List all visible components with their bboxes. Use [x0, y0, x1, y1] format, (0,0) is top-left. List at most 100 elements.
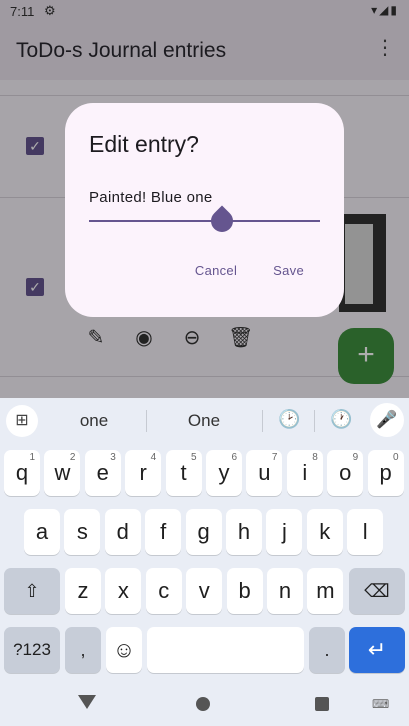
- symbols-key[interactable]: ?123: [4, 627, 60, 673]
- dialog-actions: Cancel Save: [195, 263, 304, 278]
- key-p-hint: 0: [393, 452, 399, 463]
- recents-square-icon[interactable]: [315, 697, 329, 711]
- key-p[interactable]: p0: [367, 450, 404, 496]
- key-a-label: a: [35, 519, 49, 544]
- key-o-label: o: [339, 460, 352, 485]
- home-circle-icon[interactable]: [196, 697, 210, 711]
- key-c-label: c: [158, 578, 170, 603]
- key-n-label: n: [278, 578, 292, 603]
- key-h[interactable]: h: [226, 509, 262, 555]
- key-k-label: k: [319, 519, 331, 544]
- key-t-hint: 5: [191, 452, 197, 463]
- key-d-label: d: [116, 519, 129, 544]
- key-q-label: q: [15, 460, 29, 485]
- key-o-hint: 9: [352, 452, 359, 463]
- backspace-key-icon-label: ⌫: [364, 581, 390, 601]
- key-i-hint: 8: [312, 452, 318, 463]
- key-m-label: m: [316, 578, 335, 603]
- key-g[interactable]: g: [185, 509, 222, 555]
- key-u-label: u: [258, 460, 271, 485]
- text-cursor-handle[interactable]: [206, 205, 238, 237]
- key-h-label: h: [237, 519, 251, 544]
- emoji-suggestion-clock-alt-icon[interactable]: 🕐: [330, 409, 352, 430]
- edit-entry-dialog: Edit entry? Painted! Blue one Cancel Sav…: [65, 103, 344, 317]
- key-g-label: g: [197, 519, 210, 544]
- key-p-label: p: [379, 460, 392, 485]
- key-y[interactable]: y6: [206, 450, 242, 496]
- key-u[interactable]: u7: [246, 450, 283, 496]
- field-underline: [89, 220, 320, 222]
- period-key[interactable]: .: [309, 627, 345, 673]
- key-u-hint: 7: [271, 452, 278, 463]
- key-i-label: i: [302, 460, 308, 485]
- key-b[interactable]: b: [226, 568, 263, 614]
- key-t-label: t: [180, 460, 187, 485]
- key-j[interactable]: j: [266, 509, 303, 555]
- key-v[interactable]: v: [186, 568, 223, 614]
- enter-key-icon[interactable]: ↵: [349, 627, 405, 673]
- emoji-suggestion-clock-icon[interactable]: 🕑: [278, 409, 300, 430]
- voice-input-mic-icon[interactable]: 🎤: [370, 403, 404, 437]
- key-f[interactable]: f: [145, 509, 182, 555]
- key-x[interactable]: x: [105, 568, 142, 614]
- key-z-label: z: [77, 578, 89, 603]
- key-r-label: r: [139, 460, 147, 485]
- key-w-hint: 2: [69, 452, 76, 463]
- key-j-label: j: [281, 519, 287, 544]
- key-r[interactable]: r4: [125, 450, 162, 496]
- symbols-key-label: ?123: [13, 640, 51, 659]
- shift-key-icon-label: ⇧: [24, 581, 40, 601]
- comma-key[interactable]: ,: [65, 627, 101, 673]
- cancel-button[interactable]: Cancel: [195, 263, 237, 278]
- suggestion-2[interactable]: One: [180, 411, 228, 431]
- key-r-hint: 4: [150, 452, 157, 463]
- keyboard-menu-grid-icon[interactable]: ⊞: [6, 405, 38, 437]
- key-x-label: x: [117, 578, 129, 603]
- shift-key-icon[interactable]: ⇧: [4, 568, 60, 614]
- emoji-key-icon-label: ☺: [112, 637, 136, 662]
- period-key-label: .: [324, 640, 330, 660]
- suggestion-strip: ⊞ one One 🕑 🕐 🎤: [0, 398, 409, 444]
- key-d[interactable]: d: [104, 509, 141, 555]
- backspace-key-icon[interactable]: ⌫: [349, 568, 405, 614]
- key-q[interactable]: q1: [4, 450, 40, 496]
- key-a[interactable]: a: [24, 509, 60, 555]
- key-l-label: l: [362, 519, 368, 544]
- divider: [314, 410, 315, 432]
- key-z[interactable]: z: [65, 568, 101, 614]
- save-button[interactable]: Save: [273, 263, 304, 278]
- key-l[interactable]: l: [347, 509, 384, 555]
- key-e[interactable]: e3: [84, 450, 121, 496]
- key-w[interactable]: w2: [44, 450, 81, 496]
- key-e-hint: 3: [110, 452, 116, 463]
- key-m[interactable]: m: [307, 568, 344, 614]
- soft-keyboard: ⊞ one One 🕑 🕐 🎤 q1w2e3r4t5y6u7i8o9p0asdf…: [0, 398, 409, 680]
- key-b-label: b: [238, 578, 251, 603]
- key-w-label: w: [54, 460, 71, 485]
- divider: [262, 410, 263, 432]
- keyboard-switch-icon[interactable]: ⌨: [372, 697, 389, 711]
- emoji-key-icon[interactable]: ☺: [106, 627, 142, 673]
- key-s[interactable]: s: [64, 509, 101, 555]
- suggestion-1[interactable]: one: [70, 411, 118, 431]
- back-triangle-icon[interactable]: [78, 695, 96, 709]
- key-y-label: y: [218, 460, 230, 485]
- key-c[interactable]: c: [145, 568, 182, 614]
- key-y-hint: 6: [231, 452, 237, 463]
- comma-key-label: ,: [80, 640, 86, 660]
- key-n[interactable]: n: [267, 568, 303, 614]
- divider: [146, 410, 147, 432]
- key-i[interactable]: i8: [286, 450, 323, 496]
- entry-text-field[interactable]: Painted! Blue one: [89, 189, 320, 206]
- navigation-bar: ⌨: [0, 680, 409, 726]
- key-t[interactable]: t5: [165, 450, 202, 496]
- key-f-label: f: [160, 519, 167, 544]
- key-o[interactable]: o9: [327, 450, 364, 496]
- key-e-label: e: [96, 460, 109, 485]
- enter-key-icon-label: ↵: [367, 637, 387, 662]
- key-k[interactable]: k: [306, 509, 343, 555]
- space-key[interactable]: [147, 627, 304, 673]
- key-v-label: v: [198, 578, 210, 603]
- dialog-title: Edit entry?: [89, 131, 199, 157]
- key-q-hint: 1: [29, 452, 35, 463]
